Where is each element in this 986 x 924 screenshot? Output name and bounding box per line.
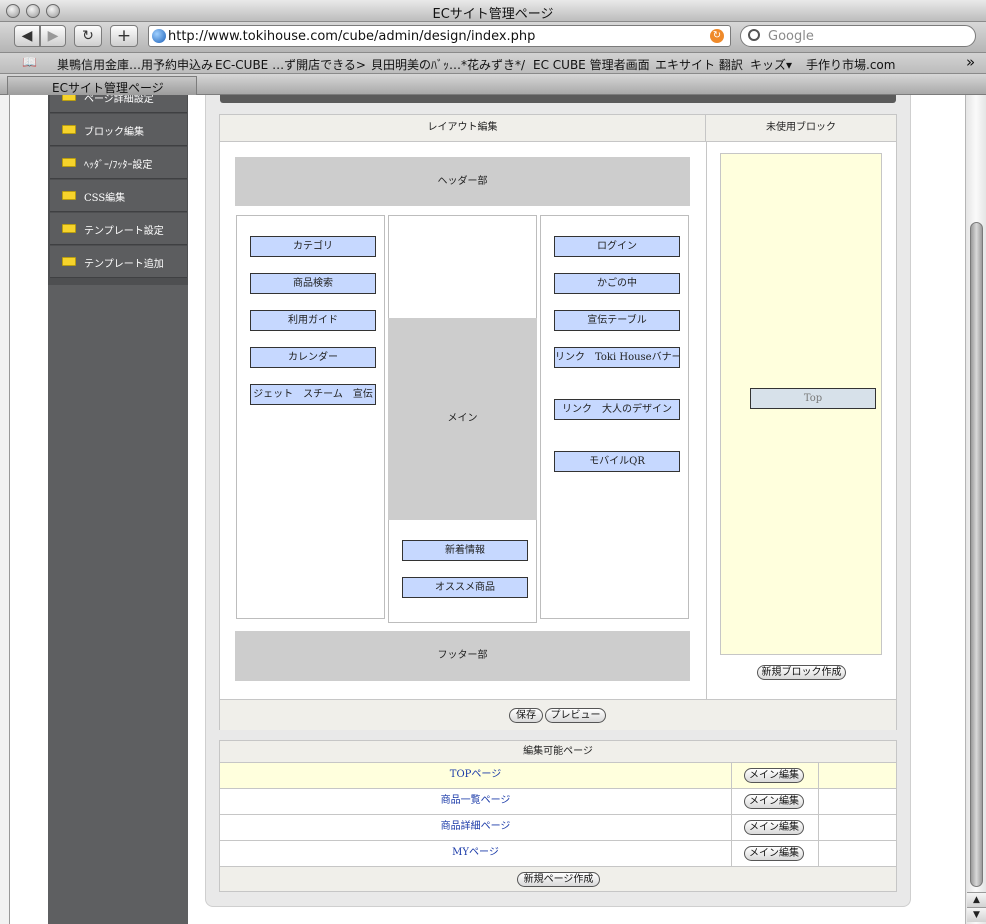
layout-block[interactable]: リンク 大人のデザイン — [554, 399, 680, 420]
layout-block[interactable]: リンク Toki Houseバナー — [554, 347, 680, 368]
layout-block[interactable]: かごの中 — [554, 273, 680, 294]
page-link[interactable]: MYページ — [220, 841, 732, 866]
editable-pages-heading: 編集可能ページ — [220, 741, 896, 763]
footer-zone: フッター部 — [235, 631, 690, 681]
bookmarks-bar: 📖 巣鴨信用金庫…用予約申込み EC-CUBE …ず開店できる> 貝田明美のﾊﾞ… — [0, 53, 986, 74]
search-placeholder: Google — [768, 29, 814, 44]
folder-icon — [62, 257, 76, 266]
layout-block[interactable]: 新着情報 — [402, 540, 528, 561]
scroll-up-arrow-icon[interactable]: ▲ — [967, 892, 986, 907]
folder-icon — [62, 224, 76, 233]
folder-icon — [62, 95, 76, 101]
table-row: TOPページ メイン編集 — [220, 763, 896, 789]
section-title-bar — [220, 95, 896, 103]
bookmarks-overflow-icon[interactable]: » — [966, 53, 975, 71]
globe-icon — [152, 29, 166, 43]
sidebar-menu: ページ詳細設定 ブロック編集 ﾍｯﾀﾞｰ/ﾌｯﾀｰ設定 CSS編集 テンプレート… — [48, 95, 188, 285]
layout-editor: レイアウト編集 未使用ブロック ヘッダー部 メイン カテゴリ 商品検索 利用ガイ… — [219, 114, 897, 730]
table-row: MYページ メイン編集 — [220, 841, 896, 867]
bookmark-link[interactable]: 手作り市場.com — [806, 56, 895, 73]
bookmark-folder[interactable]: キッズ▾ — [750, 56, 792, 73]
header-zone: ヘッダー部 — [235, 157, 690, 206]
unused-blocks-area: Top — [720, 153, 882, 655]
layout-block[interactable]: カレンダー — [250, 347, 376, 368]
bookmark-link[interactable]: EC CUBE 管理者画面 — [533, 56, 650, 73]
unused-blocks-heading: 未使用ブロック — [706, 115, 896, 142]
window-title: ECサイト管理ページ — [432, 7, 554, 22]
browser-toolbar: ◀ ▶ ↻ + http://www.tokihouse.com/cube/ad… — [0, 22, 986, 53]
sidebar-item-template-add[interactable]: テンプレート追加 — [50, 246, 187, 278]
back-arrow-icon: ◀ — [21, 28, 33, 44]
main-edit-button[interactable]: メイン編集 — [744, 846, 804, 861]
main-edit-button[interactable]: メイン編集 — [744, 768, 804, 783]
folder-icon — [62, 191, 76, 200]
layout-block[interactable]: 宣伝テーブル — [554, 310, 680, 331]
layout-block[interactable]: オススメ商品 — [402, 577, 528, 598]
new-block-button[interactable]: 新規ブロック作成 — [757, 665, 846, 680]
forward-arrow-icon: ▶ — [47, 28, 59, 44]
layout-block[interactable]: モバイルQR — [554, 451, 680, 472]
tab-bar: ECサイト管理ページ — [0, 74, 986, 95]
unused-block[interactable]: Top — [750, 388, 876, 409]
main-zone: メイン — [388, 318, 537, 520]
sidebar-item-page-detail[interactable]: ページ詳細設定 — [50, 95, 187, 113]
folder-icon — [62, 125, 76, 134]
main-edit-button[interactable]: メイン編集 — [744, 794, 804, 809]
editable-pages-table: 編集可能ページ TOPページ メイン編集 商品一覧ページ メイン編集 商品詳細ペ… — [219, 740, 897, 892]
page-link[interactable]: 商品詳細ページ — [220, 815, 732, 840]
folder-icon — [62, 158, 76, 167]
tab-active[interactable]: ECサイト管理ページ — [7, 76, 197, 95]
search-input[interactable]: Google — [740, 25, 976, 47]
address-bar[interactable]: http://www.tokihouse.com/cube/admin/desi… — [148, 25, 731, 47]
add-bookmark-button[interactable]: + — [110, 25, 138, 47]
bookmark-link[interactable]: 巣鴨信用金庫…用予約申込み — [57, 56, 213, 73]
scroll-down-arrow-icon[interactable]: ▼ — [967, 907, 986, 922]
reload-button[interactable]: ↻ — [74, 25, 102, 47]
reload-icon: ↻ — [82, 28, 94, 44]
save-button[interactable]: 保存 — [509, 708, 543, 723]
bookmark-link[interactable]: エキサイト 翻訳 — [655, 56, 743, 73]
page-link[interactable]: TOPページ — [220, 763, 732, 788]
new-page-button[interactable]: 新規ページ作成 — [517, 872, 600, 887]
layout-block[interactable]: ジェット スチーム 宣伝 — [250, 384, 376, 405]
back-button[interactable]: ◀ — [14, 25, 40, 47]
bookmark-link[interactable]: EC-CUBE …ず開店できる> — [215, 56, 366, 73]
url-text: http://www.tokihouse.com/cube/admin/desi… — [168, 29, 536, 44]
layout-block[interactable]: ログイン — [554, 236, 680, 257]
rss-icon[interactable]: ↻ — [710, 29, 724, 43]
magnifier-icon — [748, 29, 760, 41]
bookmarks-book-icon[interactable]: 📖 — [22, 55, 37, 69]
layout-edit-heading: レイアウト編集 — [220, 115, 706, 142]
main-edit-button[interactable]: メイン編集 — [744, 820, 804, 835]
table-row: 商品一覧ページ メイン編集 — [220, 789, 896, 815]
background-window-edge — [0, 95, 10, 924]
page-viewport: ページ詳細設定 ブロック編集 ﾍｯﾀﾞｰ/ﾌｯﾀｰ設定 CSS編集 テンプレート… — [10, 95, 965, 924]
sidebar-item-block-edit[interactable]: ブロック編集 — [50, 114, 187, 146]
forward-button[interactable]: ▶ — [40, 25, 66, 47]
layout-block[interactable]: 商品検索 — [250, 273, 376, 294]
sidebar-item-css[interactable]: CSS編集 — [50, 180, 187, 212]
layout-block[interactable]: カテゴリ — [250, 236, 376, 257]
layout-actions-bar: 保存 プレビュー — [220, 699, 896, 730]
sidebar-item-header-footer[interactable]: ﾍｯﾀﾞｰ/ﾌｯﾀｰ設定 — [50, 147, 187, 179]
table-row: 商品詳細ページ メイン編集 — [220, 815, 896, 841]
bookmark-link[interactable]: 貝田明美のﾊﾞｯ…*花みずき*/ — [371, 56, 525, 73]
scrollbar-thumb[interactable] — [970, 222, 983, 887]
page-link[interactable]: 商品一覧ページ — [220, 789, 732, 814]
sidebar-item-template-settings[interactable]: テンプレート設定 — [50, 213, 187, 245]
preview-button[interactable]: プレビュー — [545, 708, 606, 723]
vertical-scrollbar[interactable]: ▲ ▼ — [965, 95, 986, 924]
column-divider — [706, 142, 707, 699]
layout-block[interactable]: 利用ガイド — [250, 310, 376, 331]
window-titlebar: ECサイト管理ページ — [0, 0, 986, 22]
plus-icon: + — [116, 26, 132, 46]
pages-actions-bar: 新規ページ作成 — [220, 867, 896, 891]
